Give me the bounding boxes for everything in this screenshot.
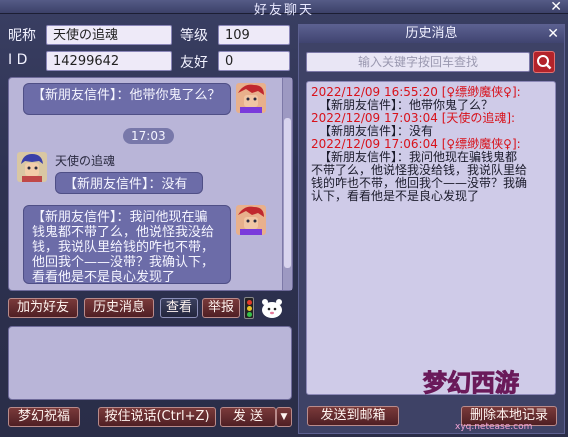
message-line: 【新朋友信件】：我问他现在骗 (32, 210, 208, 225)
message-timestamp: 17:03 (123, 128, 174, 144)
logo-url: xyq.netease.com (455, 422, 532, 432)
signal-light-icon (244, 297, 254, 319)
chat-window: 好友聊天 ✕ 昵称 天使の追魂 等级 109 I D 14299642 友好 0… (0, 0, 568, 437)
sender-name: 天使の追魂 (55, 154, 116, 168)
close-icon[interactable]: ✕ (550, 0, 562, 15)
chat-bubble: 【新朋友信件】：他带你鬼了么？ (23, 83, 231, 115)
message-line: 钱，我说队里给钱的咋也不带， (32, 240, 215, 255)
close-icon[interactable]: ✕ (547, 25, 559, 43)
pet-emoji-icon[interactable] (260, 297, 284, 319)
send-button[interactable]: 发 送 (220, 407, 276, 427)
friendship-field: 0 (218, 51, 290, 71)
send-dropdown-button[interactable]: ▼ (276, 407, 292, 427)
friendship-label: 友好 (180, 55, 208, 71)
push-to-talk-button[interactable]: 按住说话(Ctrl+Z) (98, 407, 216, 427)
message-line: 钱鬼都不带了么，他说怪我没给 (32, 225, 215, 240)
nickname-label: 昵称 (8, 28, 36, 44)
game-logo: 梦幻西游 xyq.netease.com (415, 355, 565, 435)
message-line: 他回我个——没带？我确认下， (32, 255, 215, 270)
message-line: 看看他是不是良心发现了 (32, 270, 176, 285)
search-icon (537, 55, 552, 70)
history-title-text: 历史消息 (405, 26, 458, 41)
view-button[interactable]: 查看 (160, 298, 198, 318)
message-input[interactable] (8, 326, 292, 400)
history-title: 历史消息 ✕ (299, 25, 564, 43)
title-bar[interactable]: 好友聊天 ✕ (0, 0, 568, 18)
send-to-mail-button[interactable]: 发送到邮箱 (307, 406, 399, 426)
nickname-field: 天使の追魂 (46, 25, 172, 45)
level-label: 等级 (180, 28, 208, 44)
id-label: I D (8, 52, 28, 68)
chat-scrollbar[interactable] (282, 78, 292, 290)
level-field: 109 (218, 25, 290, 45)
window-title: 好友聊天 (253, 3, 314, 18)
add-friend-button[interactable]: 加为好友 (8, 298, 78, 318)
history-log[interactable]: 2022/12/09 16:55:20 [♀缥缈魔侠♀]: 【新朋友信件】：他带… (306, 81, 556, 395)
avatar[interactable] (236, 205, 266, 235)
avatar[interactable] (236, 83, 266, 113)
search-button[interactable] (533, 51, 555, 73)
history-search-input[interactable]: 输入关键字按回车查找 (306, 52, 530, 72)
id-field: 14299642 (46, 51, 172, 71)
scroll-thumb[interactable] (284, 118, 291, 268)
blessing-button[interactable]: 梦幻祝福 (8, 407, 80, 427)
message-text: 【新朋友信件】：没有 (64, 177, 188, 192)
history-entry-body: 认下，看看他是不是良心发现了 (311, 189, 480, 203)
chat-bubble: 【新朋友信件】：我问他现在骗 钱鬼都不带了么，他说怪我没给 钱，我说队里给钱的咋… (23, 205, 231, 285)
history-button[interactable]: 历史消息 (84, 298, 154, 318)
chat-bubble: 【新朋友信件】：没有 (55, 172, 203, 194)
logo-title: 梦幻西游 (423, 368, 519, 397)
avatar[interactable] (17, 152, 47, 182)
report-button[interactable]: 举报 (202, 298, 240, 318)
message-text: 【新朋友信件】：他带你鬼了么？ (32, 88, 221, 103)
chat-message-list[interactable]: 【新朋友信件】：他带你鬼了么？ 17:03 天使の追魂 【新朋友信件】：没有 【… (8, 77, 293, 291)
